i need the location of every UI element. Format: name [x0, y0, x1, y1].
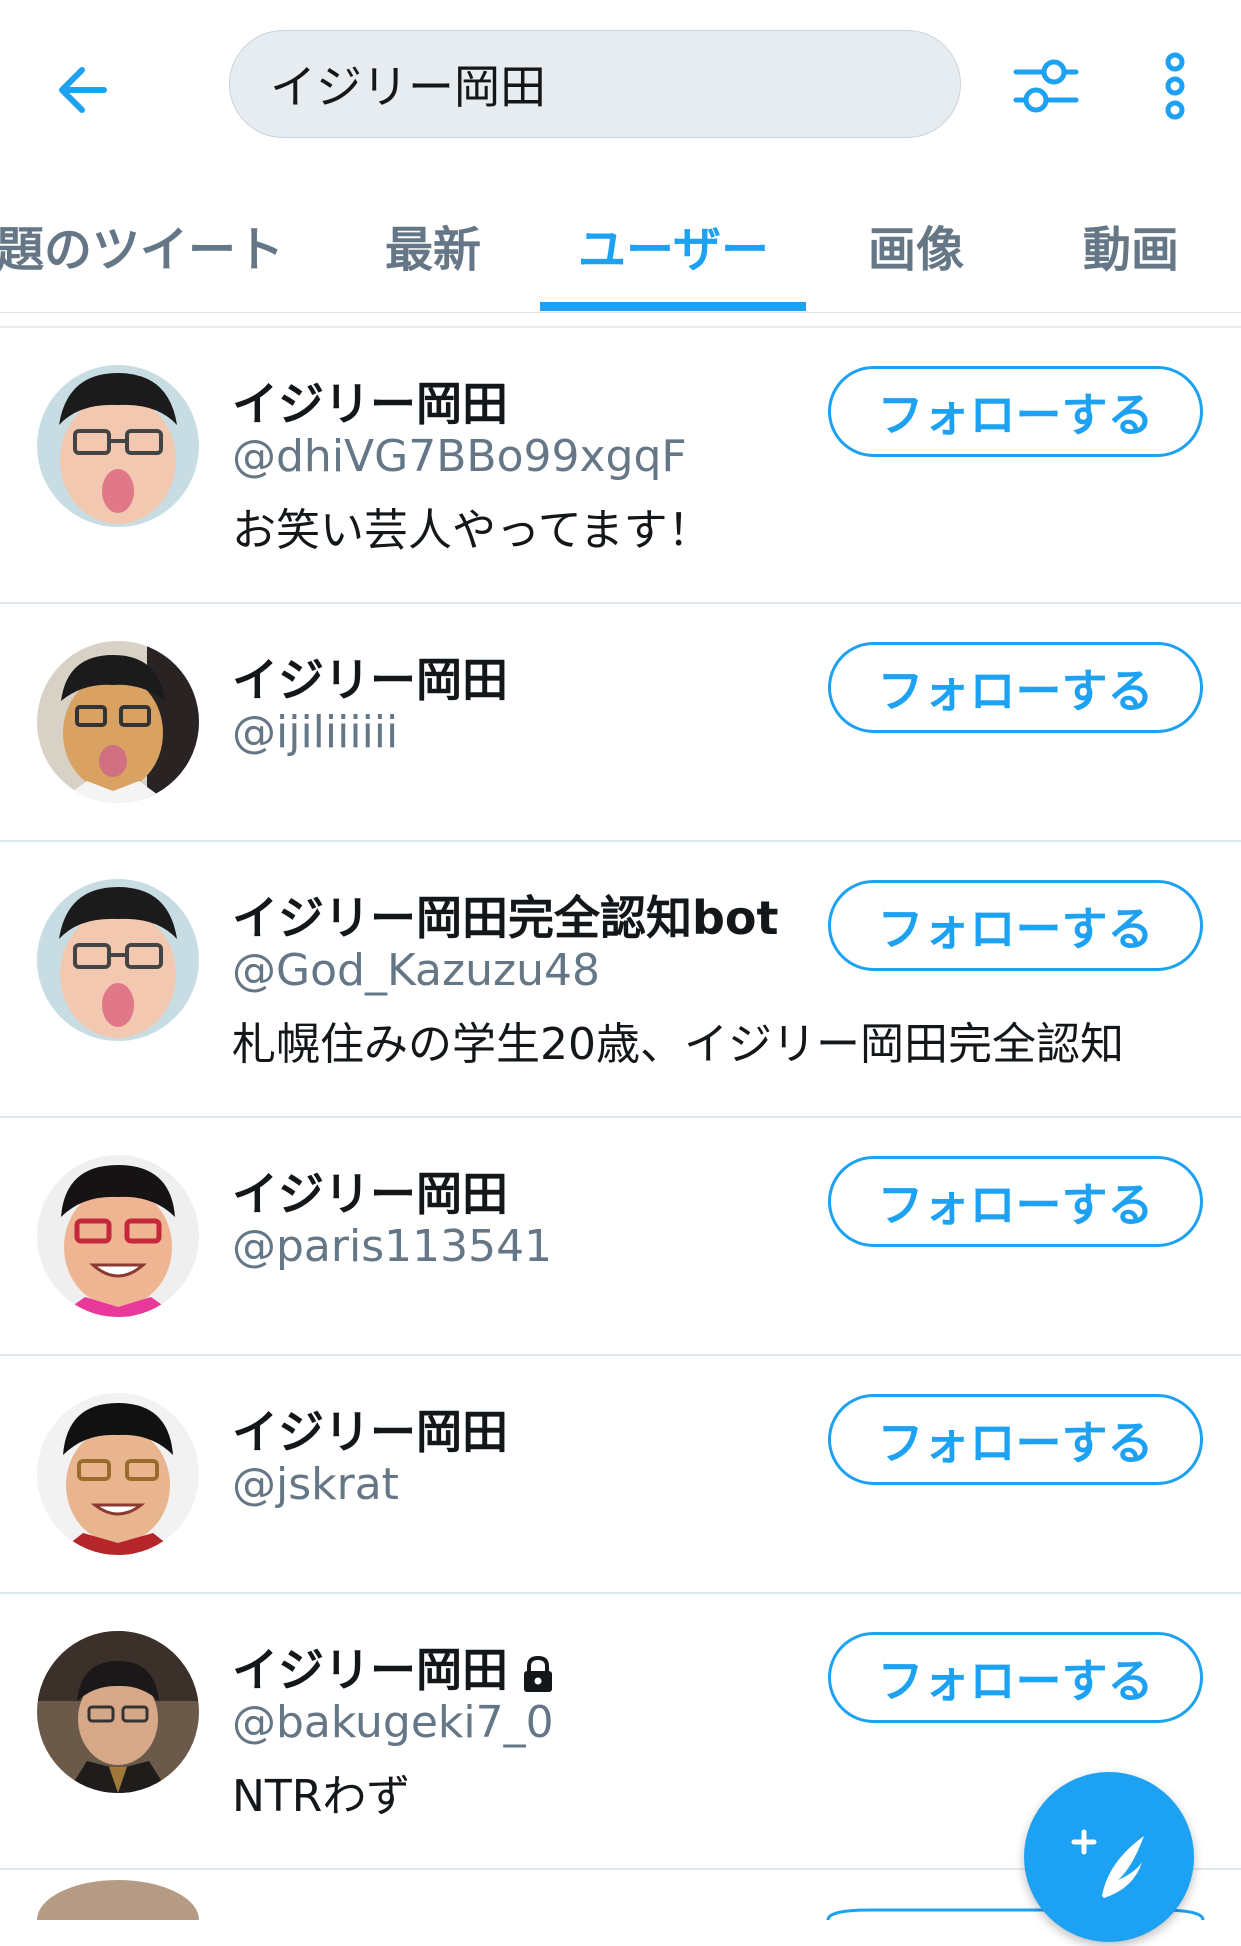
user-handle: @paris113541 — [232, 1221, 553, 1272]
user-name: イジリー岡田 — [232, 1405, 508, 1459]
user-row[interactable]: イジリー岡田 @paris113541 フォローする — [0, 1118, 1241, 1356]
user-bio: お笑い芸人やってます！ — [232, 505, 712, 556]
tab-videos[interactable]: 動画 — [1083, 210, 1179, 280]
tab-users[interactable]: ユーザー — [578, 210, 769, 280]
follow-button[interactable]: フォローする — [828, 1632, 1203, 1723]
vertical-dots-icon — [1165, 52, 1185, 120]
user-row[interactable]: イジリー岡田完全認知bot @God_Kazuzu48 札幌住みの学生20歳、イ… — [0, 842, 1241, 1118]
user-handle: @dhiVG7BBo99xgqF — [232, 431, 687, 482]
avatar[interactable] — [37, 1155, 199, 1317]
avatar[interactable] — [37, 641, 199, 803]
search-input[interactable] — [268, 56, 960, 112]
top-bar — [0, 0, 1241, 170]
user-name-row: イジリー岡田 — [232, 1634, 556, 1700]
search-box[interactable] — [229, 30, 961, 138]
user-handle: @God_Kazuzu48 — [232, 945, 600, 996]
avatar[interactable] — [37, 365, 199, 527]
sliders-icon — [1013, 59, 1079, 113]
back-button[interactable] — [52, 55, 122, 125]
lock-icon — [524, 1655, 552, 1692]
more-options-button[interactable] — [1150, 50, 1200, 122]
divider — [0, 312, 1241, 313]
follow-button[interactable]: フォローする — [828, 1394, 1203, 1485]
user-name: イジリー岡田 — [232, 377, 508, 431]
user-row[interactable]: イジリー岡田 @dhiVG7BBo99xgqF お笑い芸人やってます！ フォロー… — [0, 328, 1241, 604]
avatar[interactable] — [37, 879, 199, 1041]
compose-tweet-icon — [1071, 1829, 1144, 1898]
filter-button[interactable] — [1010, 50, 1082, 122]
user-row[interactable]: イジリー岡田 @ijiliiiiii フォローする — [0, 604, 1241, 842]
tab-photos[interactable]: 画像 — [868, 210, 964, 280]
follow-button[interactable]: フォローする — [828, 366, 1203, 457]
user-handle: @ijiliiiiii — [232, 707, 399, 758]
follow-button[interactable]: フォローする — [828, 1156, 1203, 1247]
tab-latest[interactable]: 最新 — [385, 210, 481, 280]
user-name: イジリー岡田 — [232, 653, 508, 707]
search-tabs: 題のツイート 最新 ユーザー 画像 動画 — [0, 170, 1241, 313]
active-tab-indicator — [540, 302, 806, 311]
user-row[interactable]: イジリー岡田 @jskrat フォローする — [0, 1356, 1241, 1594]
avatar[interactable] — [37, 1631, 199, 1793]
arrow-left-icon — [59, 67, 107, 113]
follow-button[interactable]: フォローする — [828, 880, 1203, 971]
avatar[interactable] — [37, 1393, 199, 1555]
user-handle: @jskrat — [232, 1459, 399, 1510]
follow-button[interactable]: フォローする — [828, 642, 1203, 733]
user-bio: 札幌住みの学生20歳、イジリー岡田完全認知 — [232, 1019, 1124, 1070]
compose-tweet-button[interactable] — [1024, 1772, 1194, 1942]
user-handle: @bakugeki7_0 — [232, 1697, 554, 1748]
tab-top-tweets[interactable]: 題のツイート — [0, 210, 284, 280]
user-name: イジリー岡田 — [232, 1643, 508, 1697]
user-name: イジリー岡田完全認知bot — [232, 891, 779, 945]
user-list: イジリー岡田 @dhiVG7BBo99xgqF お笑い芸人やってます！ フォロー… — [0, 328, 1241, 1870]
user-bio: NTRわず — [232, 1771, 411, 1822]
user-name: イジリー岡田 — [232, 1167, 508, 1221]
